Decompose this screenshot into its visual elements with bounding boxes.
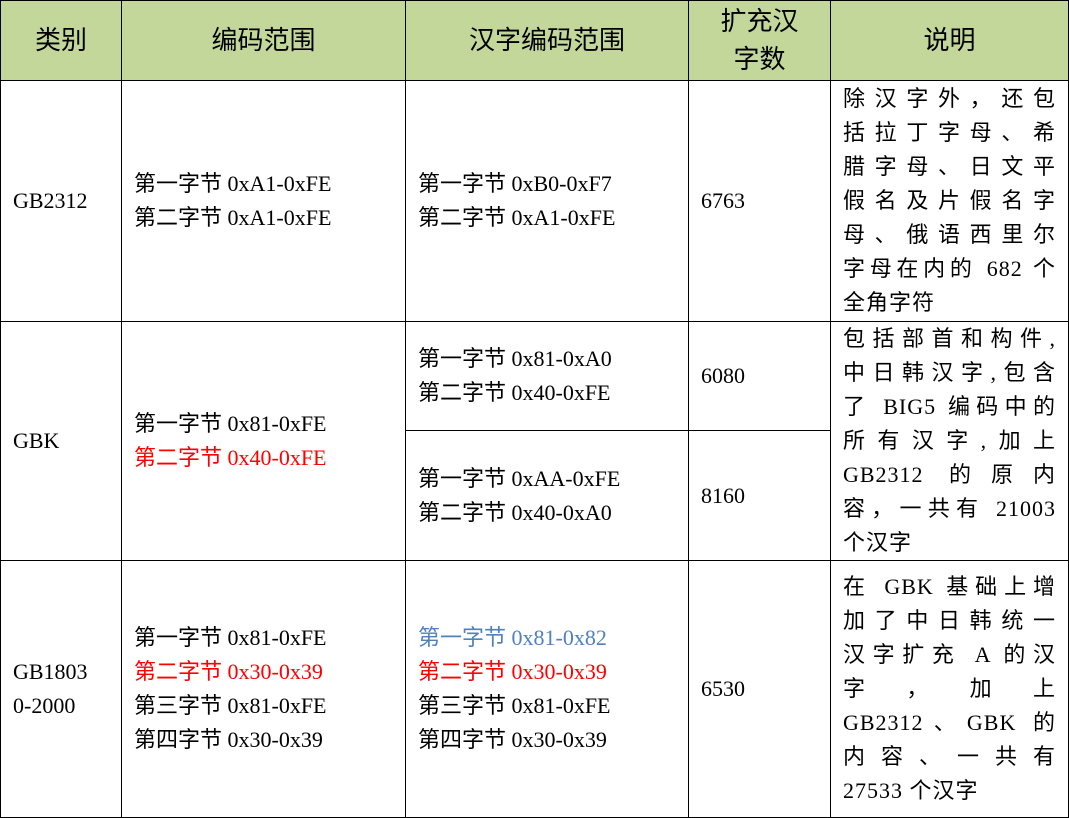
description-line: 加了中日韩统一 bbox=[843, 608, 1056, 633]
count-cell: 6080 bbox=[688, 320, 831, 432]
description-line: 全角字符 bbox=[843, 290, 936, 315]
range-line: 第四字节 0x30-0x39 bbox=[134, 727, 323, 752]
description-line: 假名及片假名字 bbox=[843, 188, 1056, 213]
range-line: 第一字节 0x81-0xA0 bbox=[418, 346, 612, 372]
category-line: GB1803 bbox=[13, 659, 88, 684]
range-line: 第一字节 0xAA-0xFE bbox=[418, 465, 621, 491]
range-line: 第三字节 0x81-0xFE bbox=[134, 693, 327, 718]
code-range-cell: 第一字节 0x81-0xFE 第二字节 0x40-0xFE bbox=[121, 321, 406, 561]
range-line: 第二字节 0x40-0xFE bbox=[418, 380, 611, 406]
range-line-highlighted: 第二字节 0x30-0x39 bbox=[134, 659, 323, 684]
description-cell: 包括部首和构件, 中日韩汉字,包含 了 BIG5 编码中的 所有汉字,加上 GB… bbox=[830, 321, 1069, 561]
range-line-highlighted: 第二字节 0x40-0xFE bbox=[134, 445, 327, 470]
range-line: 第二字节 0xA1-0xFE bbox=[134, 205, 332, 230]
range-line: 第三字节 0x81-0xFE bbox=[418, 693, 611, 718]
description-line: 母、俄语西里尔 bbox=[843, 222, 1056, 247]
header-extended-count: 扩充汉 字数 bbox=[688, 0, 831, 81]
range-line-highlighted: 第一字节 0x81-0x82 bbox=[418, 625, 607, 650]
description-line: 括拉丁字母、希 bbox=[843, 120, 1056, 145]
count-cell: 6530 bbox=[688, 560, 831, 818]
hanzi-range-cell: 第一字节 0xB0-0xF7 第二字节 0xA1-0xFE bbox=[405, 80, 689, 322]
header-row: 类别 编码范围 汉字编码范围 扩充汉 字数 说明 bbox=[0, 0, 1069, 81]
encoding-table: 类别 编码范围 汉字编码范围 扩充汉 字数 说明 GB2312 第一字节 0xA… bbox=[0, 0, 1069, 818]
description-line: GB2312、GBK 的 bbox=[843, 710, 1056, 735]
range-line: 第二字节 0xA1-0xFE bbox=[418, 205, 616, 230]
description-line: 字 ， 加 上 bbox=[843, 676, 1056, 701]
description-line: 在 GBK 基础上增 bbox=[843, 574, 1056, 599]
range-line: 第二字节 0x40-0xA0 bbox=[418, 499, 612, 525]
description-line: GB2312 的原内 bbox=[843, 462, 1056, 487]
description-line: 了 BIG5 编码中的 bbox=[843, 394, 1056, 419]
description-line: 字母在内的 682 个 bbox=[843, 256, 1056, 281]
hanzi-range-cell: 第一字节 0xAA-0xFE 第二字节 0x40-0xA0 bbox=[405, 430, 689, 561]
header-hanzi-code-range: 汉字编码范围 bbox=[405, 0, 689, 81]
count-cell: 8160 bbox=[688, 430, 831, 561]
range-line-highlighted: 第二字节 0x30-0x39 bbox=[418, 659, 607, 684]
description-line: 所有汉字,加上 bbox=[843, 428, 1056, 453]
category-line: 0-2000 bbox=[13, 693, 76, 718]
range-line: 第一字节 0xB0-0xF7 bbox=[418, 171, 612, 196]
description-line: 包括部首和构件, bbox=[843, 326, 1056, 351]
header-extended-count-line1: 扩充汉 bbox=[720, 6, 799, 37]
header-code-range: 编码范围 bbox=[121, 0, 406, 81]
header-category: 类别 bbox=[0, 0, 122, 81]
header-description: 说明 bbox=[830, 0, 1069, 81]
description-line: 中日韩汉字,包含 bbox=[843, 360, 1056, 385]
description-line: 腊字母、日文平 bbox=[843, 154, 1056, 179]
description-line: 容，一共有 21003 bbox=[843, 496, 1056, 521]
table-row-gbk: GBK 第一字节 0x81-0xFE 第二字节 0x40-0xFE 第一字节 0… bbox=[0, 320, 1069, 561]
hanzi-range-cell: 第一字节 0x81-0x82 第二字节 0x30-0x39 第三字节 0x81-… bbox=[405, 560, 689, 818]
description-cell: 在 GBK 基础上增 加了中日韩统一 汉字扩充 A 的汉 字 ， 加 上 GB2… bbox=[830, 560, 1069, 818]
description-line: 汉字扩充 A 的汉 bbox=[843, 642, 1056, 667]
range-line: 第一字节 0x81-0xFE bbox=[134, 625, 327, 650]
table-row-gb2312: GB2312 第一字节 0xA1-0xFE 第二字节 0xA1-0xFE 第一字… bbox=[0, 80, 1069, 322]
hanzi-range-cell: 第一字节 0x81-0xA0 第二字节 0x40-0xFE bbox=[405, 320, 689, 432]
description-line: 个汉字 bbox=[843, 530, 913, 555]
table-row-gb18030: GB1803 0-2000 第一字节 0x81-0xFE 第二字节 0x30-0… bbox=[0, 560, 1069, 818]
description-line: 27533 个汉字 bbox=[843, 778, 979, 803]
category-cell: GB2312 bbox=[0, 80, 122, 322]
category-cell: GB1803 0-2000 bbox=[0, 560, 122, 818]
range-line: 第一字节 0xA1-0xFE bbox=[134, 171, 332, 196]
code-range-cell: 第一字节 0xA1-0xFE 第二字节 0xA1-0xFE bbox=[121, 80, 406, 322]
description-cell: 除汉字外，还包 括拉丁字母、希 腊字母、日文平 假名及片假名字 母、俄语西里尔 … bbox=[830, 80, 1069, 322]
category-cell: GBK bbox=[0, 321, 122, 561]
description-line: 除汉字外，还包 bbox=[843, 86, 1056, 111]
code-range-cell: 第一字节 0x81-0xFE 第二字节 0x30-0x39 第三字节 0x81-… bbox=[121, 560, 406, 818]
range-line: 第一字节 0x81-0xFE bbox=[134, 411, 327, 436]
count-cell: 6763 bbox=[688, 80, 831, 322]
range-line: 第四字节 0x30-0x39 bbox=[418, 727, 607, 752]
header-extended-count-line2: 字数 bbox=[733, 44, 786, 75]
description-line: 内 容 、 一 共 有 bbox=[843, 744, 1056, 769]
